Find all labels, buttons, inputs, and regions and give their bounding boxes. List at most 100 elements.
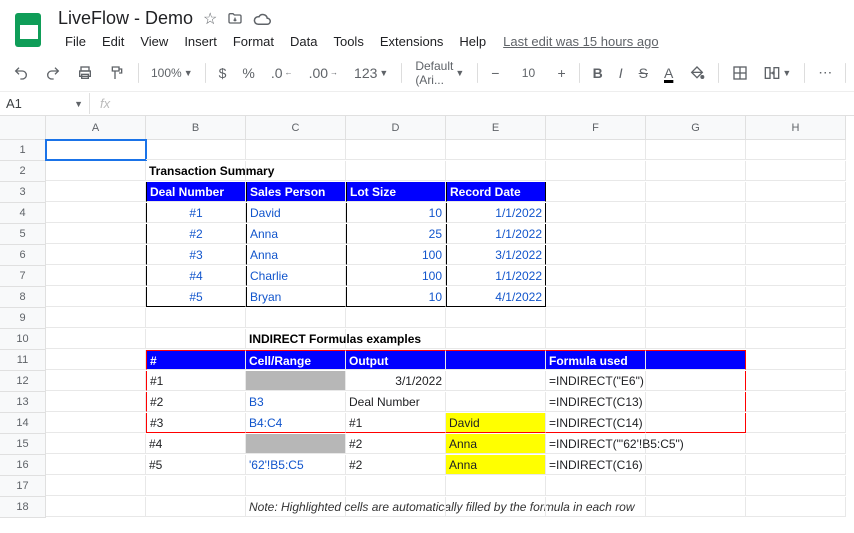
cell-F9[interactable] — [546, 308, 646, 328]
cell-G1[interactable] — [646, 140, 746, 160]
cell-F12[interactable]: =INDIRECT("E6") — [546, 371, 646, 391]
cell-C6[interactable]: Anna — [246, 245, 346, 265]
decrease-decimal-icon[interactable]: .0← — [266, 61, 298, 85]
cell-C10[interactable]: INDIRECT Formulas examples — [246, 329, 346, 349]
col-header-F[interactable]: F — [546, 116, 646, 140]
font-size-decrease[interactable]: − — [486, 61, 504, 85]
row-header-16[interactable]: 16 — [0, 455, 46, 476]
cell-E12[interactable] — [446, 371, 546, 391]
cell-D4[interactable]: 10 — [346, 203, 446, 223]
cell-C9[interactable] — [246, 308, 346, 328]
cell-H7[interactable] — [746, 266, 846, 286]
cell-F16[interactable]: =INDIRECT(C16) — [546, 455, 646, 475]
cell-C11[interactable]: Cell/Range — [246, 350, 346, 370]
row-header-2[interactable]: 2 — [0, 161, 46, 182]
cell-D14[interactable]: #1 — [346, 413, 446, 433]
row-header-11[interactable]: 11 — [0, 350, 46, 371]
strikethrough-icon[interactable]: S — [634, 61, 653, 85]
cell-A7[interactable] — [46, 266, 146, 286]
cell-C15[interactable] — [246, 434, 346, 454]
cell-H12[interactable] — [746, 371, 846, 391]
menu-help[interactable]: Help — [452, 31, 493, 52]
cell-H14[interactable] — [746, 413, 846, 433]
print-icon[interactable] — [72, 61, 98, 85]
cell-H18[interactable] — [746, 497, 846, 517]
cell-E14[interactable]: David — [446, 413, 546, 433]
more-icon[interactable]: ⋯ — [813, 60, 837, 85]
row-header-8[interactable]: 8 — [0, 287, 46, 308]
cell-A8[interactable] — [46, 287, 146, 307]
borders-icon[interactable] — [727, 61, 753, 85]
cell-A10[interactable] — [46, 329, 146, 349]
redo-icon[interactable] — [40, 61, 66, 85]
menu-insert[interactable]: Insert — [177, 31, 224, 52]
cell-H5[interactable] — [746, 224, 846, 244]
cell-A13[interactable] — [46, 392, 146, 412]
cell-C8[interactable]: Bryan — [246, 287, 346, 307]
cell-E6[interactable]: 3/1/2022 — [446, 245, 546, 265]
cell-D5[interactable]: 25 — [346, 224, 446, 244]
name-box[interactable]: A1▼ — [0, 93, 90, 114]
cell-E10[interactable] — [446, 329, 546, 349]
cell-D6[interactable]: 100 — [346, 245, 446, 265]
cell-H4[interactable] — [746, 203, 846, 223]
select-all-corner[interactable] — [0, 116, 46, 140]
row-header-5[interactable]: 5 — [0, 224, 46, 245]
cell-A18[interactable] — [46, 497, 146, 517]
font-dropdown[interactable]: Default (Ari... ▼ — [410, 55, 469, 91]
row-header-15[interactable]: 15 — [0, 434, 46, 455]
cell-H8[interactable] — [746, 287, 846, 307]
cell-B7[interactable]: #4 — [146, 266, 246, 286]
cell-A1[interactable] — [46, 140, 146, 160]
cell-C17[interactable] — [246, 476, 346, 496]
font-size-increase[interactable]: + — [552, 61, 570, 85]
cell-F14[interactable]: =INDIRECT(C14) — [546, 413, 646, 433]
menu-edit[interactable]: Edit — [95, 31, 131, 52]
move-icon[interactable] — [227, 11, 243, 27]
cell-C18[interactable]: Note: Highlighted cells are automaticall… — [246, 497, 346, 517]
cell-G2[interactable] — [646, 161, 746, 181]
star-icon[interactable]: ☆ — [203, 9, 217, 29]
row-header-1[interactable]: 1 — [0, 140, 46, 161]
last-edit-link[interactable]: Last edit was 15 hours ago — [503, 34, 658, 49]
row-header-10[interactable]: 10 — [0, 329, 46, 350]
cell-G10[interactable] — [646, 329, 746, 349]
cell-C7[interactable]: Charlie — [246, 266, 346, 286]
cell-A14[interactable] — [46, 413, 146, 433]
cell-B6[interactable]: #3 — [146, 245, 246, 265]
cell-E7[interactable]: 1/1/2022 — [446, 266, 546, 286]
bold-icon[interactable]: B — [588, 61, 608, 85]
menu-extensions[interactable]: Extensions — [373, 31, 451, 52]
cell-A6[interactable] — [46, 245, 146, 265]
cell-A2[interactable] — [46, 161, 146, 181]
col-header-G[interactable]: G — [646, 116, 746, 140]
cell-H15[interactable] — [746, 434, 846, 454]
cell-B10[interactable] — [146, 329, 246, 349]
percent-icon[interactable]: % — [237, 61, 259, 85]
row-header-17[interactable]: 17 — [0, 476, 46, 497]
cell-F6[interactable] — [546, 245, 646, 265]
cell-B3[interactable]: Deal Number — [146, 182, 246, 202]
cell-B14[interactable]: #3 — [146, 413, 246, 433]
cell-F13[interactable]: =INDIRECT(C13) — [546, 392, 646, 412]
menu-format[interactable]: Format — [226, 31, 281, 52]
cell-B5[interactable]: #2 — [146, 224, 246, 244]
cell-D13[interactable]: Deal Number — [346, 392, 446, 412]
cell-H13[interactable] — [746, 392, 846, 412]
cell-B4[interactable]: #1 — [146, 203, 246, 223]
row-header-6[interactable]: 6 — [0, 245, 46, 266]
cell-A5[interactable] — [46, 224, 146, 244]
cell-A9[interactable] — [46, 308, 146, 328]
cell-A4[interactable] — [46, 203, 146, 223]
cell-F18[interactable] — [546, 497, 646, 517]
cell-G13[interactable] — [646, 392, 746, 412]
cell-D17[interactable] — [346, 476, 446, 496]
cell-G5[interactable] — [646, 224, 746, 244]
cell-E17[interactable] — [446, 476, 546, 496]
cell-D15[interactable]: #2 — [346, 434, 446, 454]
cell-E18[interactable] — [446, 497, 546, 517]
cell-A16[interactable] — [46, 455, 146, 475]
cell-D11[interactable]: Output — [346, 350, 446, 370]
cell-F15[interactable]: =INDIRECT("'62'!B5:C5") — [546, 434, 646, 454]
row-header-12[interactable]: 12 — [0, 371, 46, 392]
